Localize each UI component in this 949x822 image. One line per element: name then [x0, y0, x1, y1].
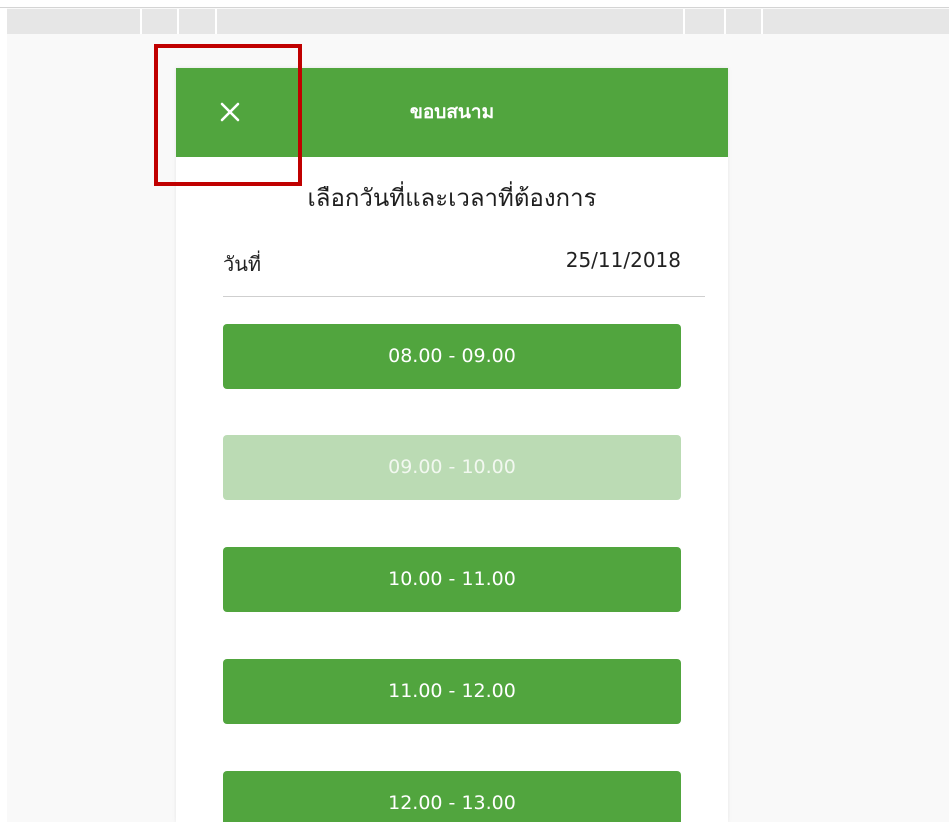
- time-slot-button[interactable]: 11.00 - 12.00: [223, 659, 681, 724]
- close-button[interactable]: [212, 94, 248, 130]
- window-left-edge: [0, 8, 7, 822]
- toolbar-separator: [140, 9, 142, 34]
- time-slot-button[interactable]: 08.00 - 09.00: [223, 324, 681, 389]
- time-slot-button[interactable]: 10.00 - 11.00: [223, 547, 681, 612]
- toolbar-separator: [761, 9, 763, 34]
- window-top-border: [0, 0, 949, 8]
- section-title: เลือกวันที่และเวลาที่ต้องการ: [307, 184, 597, 212]
- browser-toolbar-strip: [7, 9, 949, 34]
- panel-header: ขอบสนาม: [176, 68, 728, 157]
- date-row[interactable]: วันที่ 25/11/2018: [223, 248, 681, 278]
- time-slot-button: 09.00 - 10.00: [223, 435, 681, 500]
- header-title: ขอบสนาม: [409, 101, 495, 123]
- time-slot-button[interactable]: 12.00 - 13.00: [223, 771, 681, 822]
- date-label: วันที่: [223, 252, 262, 276]
- toolbar-separator: [177, 9, 179, 34]
- toolbar-separator: [683, 9, 685, 34]
- booking-panel: ขอบสนาม เลือกวันที่และเวลาที่ต้องการ วัน…: [176, 68, 728, 822]
- date-value: 25/11/2018: [565, 248, 681, 272]
- toolbar-separator: [724, 9, 726, 34]
- date-divider: [223, 296, 705, 297]
- page: ขอบสนาม เลือกวันที่และเวลาที่ต้องการ วัน…: [0, 0, 949, 822]
- close-icon: [220, 102, 240, 122]
- toolbar-separator: [215, 9, 217, 34]
